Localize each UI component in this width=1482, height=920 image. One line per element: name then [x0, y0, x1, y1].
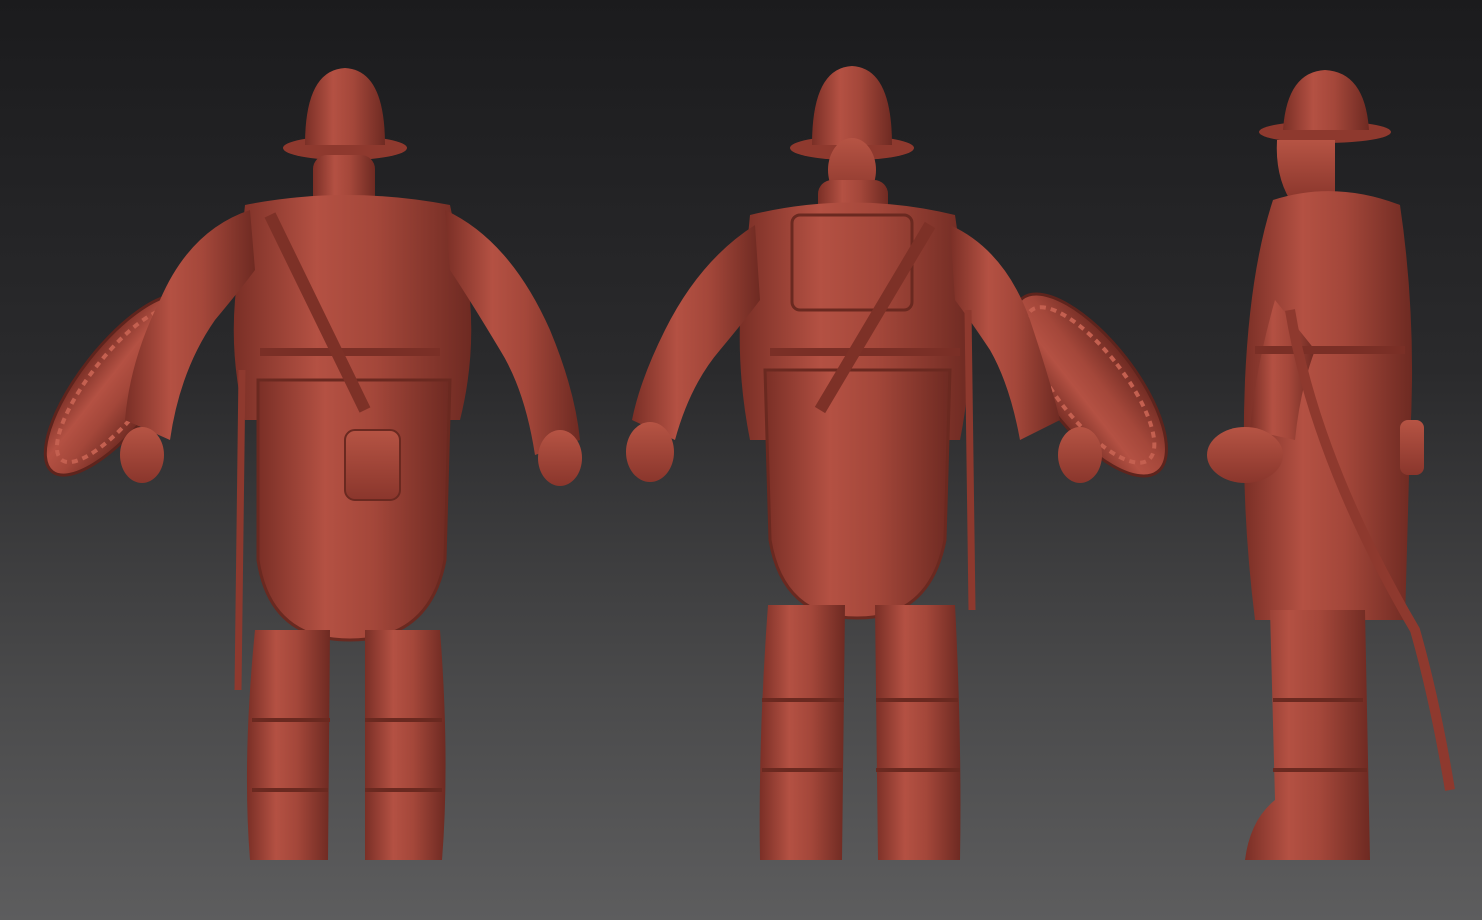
- soldier-side-view-icon: [1207, 70, 1455, 860]
- soldier-side-view: [1195, 0, 1475, 880]
- soldier-back-view-icon: [43, 68, 582, 860]
- viewport-canvas: [0, 0, 1482, 920]
- soldier-front-view-icon: [626, 66, 1168, 860]
- soldier-front-view: [620, 0, 1190, 880]
- soldier-back-view: [30, 0, 590, 880]
